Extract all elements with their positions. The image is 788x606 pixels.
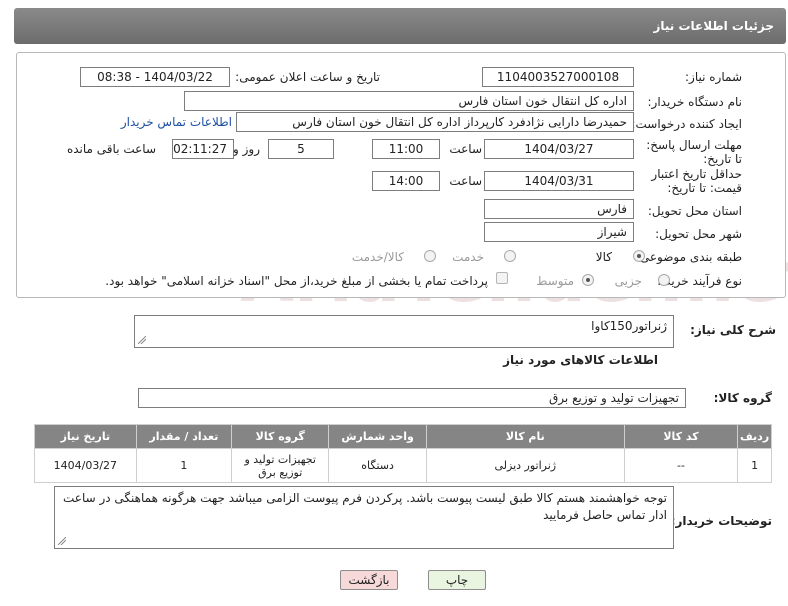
cell-item-group: تجهیزات تولید و توزیع برق <box>230 448 330 483</box>
process-option-minor: جزیی <box>614 274 642 288</box>
reply-date-field: 1404/03/27 <box>484 139 634 159</box>
goods-group-label: گروه کالا: <box>713 391 772 405</box>
category-label: طبقه بندی موضوعی: <box>635 250 742 264</box>
description-label: شرح کلی نیاز: <box>690 323 776 337</box>
col-row-number: ردیف <box>737 424 772 449</box>
description-text: ژنراتور150کاوا <box>591 319 667 333</box>
cell-row-number: 1 <box>737 448 772 483</box>
resize-grip-icon <box>58 537 66 545</box>
goods-group-field: تجهیزات تولید و توزیع برق <box>138 388 686 408</box>
cell-need-date: 1404/03/27 <box>34 448 137 483</box>
buyer-notes-label: توضیحات خریدار: <box>670 514 772 528</box>
cell-item-code: -- <box>623 448 739 483</box>
province-label: استان محل تحویل: <box>647 204 742 218</box>
col-quantity: تعداد / مقدار <box>135 424 233 449</box>
buyer-notes-text: توجه خواهشمند هستم کالا طبق لیست پیوست ب… <box>63 491 667 522</box>
reply-time-field: 11:00 <box>372 139 440 159</box>
days-label: روز و <box>233 142 260 156</box>
col-unit: واحد شمارش <box>328 424 427 449</box>
announce-field: 1404/03/22 - 08:38 <box>80 67 230 87</box>
creator-field: حمیدرضا دارایی نژادفرد کارپرداز اداره کل… <box>236 112 634 132</box>
treasury-payment-note: پرداخت تمام یا بخشی از مبلغ خرید،از محل … <box>105 274 488 288</box>
goods-section-title: اطلاعات کالاهای مورد نیاز <box>503 353 658 367</box>
days-field: 5 <box>268 139 334 159</box>
description-textarea[interactable]: ژنراتور150کاوا <box>134 315 674 348</box>
cell-quantity: 1 <box>135 448 233 483</box>
col-item-group: گروه کالا <box>230 424 330 449</box>
buyer-contact-link[interactable]: اطلاعات تماس خریدار <box>121 115 232 129</box>
city-label: شهر محل تحویل: <box>655 227 742 241</box>
col-item-code: کد کالا <box>623 424 739 449</box>
resize-grip-icon <box>138 336 146 344</box>
process-radio-minor[interactable] <box>658 274 670 286</box>
creator-label: ایجاد کننده درخواست: <box>631 117 742 131</box>
page-header: جزئیات اطلاعات نیاز <box>14 8 786 44</box>
process-option-medium: متوسط <box>536 274 574 288</box>
print-button[interactable]: چاپ <box>428 570 486 590</box>
category-radio-service[interactable] <box>504 250 516 262</box>
price-deadline-label: حداقل تاریخ اعتبار قیمت: تا تاریخ: <box>651 167 742 195</box>
city-field: شیراز <box>484 222 634 242</box>
buyer-org-label: نام دستگاه خریدار: <box>647 95 743 109</box>
price-time-field: 14:00 <box>372 171 440 191</box>
col-item-name: نام کالا <box>425 424 625 449</box>
price-time-label: ساعت <box>449 174 482 188</box>
page-title: جزئیات اطلاعات نیاز <box>653 19 774 33</box>
treasury-payment-checkbox[interactable] <box>496 272 508 284</box>
buyer-notes-textarea[interactable]: توجه خواهشمند هستم کالا طبق لیست پیوست ب… <box>54 486 674 549</box>
category-radio-goods-service[interactable] <box>424 250 436 262</box>
table-row: 1 -- ژنراتور دیزلی دستگاه تجهیزات تولید … <box>34 448 772 483</box>
cell-unit: دستگاه <box>328 448 427 483</box>
category-option-service: خدمت <box>452 250 484 264</box>
category-option-goods-service: کالا/خدمت <box>351 250 404 264</box>
cell-item-name: ژنراتور دیزلی <box>425 448 625 483</box>
category-radio-goods[interactable] <box>633 250 645 262</box>
remaining-time-label: ساعت باقی مانده <box>66 142 156 156</box>
back-button[interactable]: بازگشت <box>340 570 398 590</box>
reply-time-label: ساعت <box>449 142 482 156</box>
buyer-org-field: اداره کل انتقال خون استان فارس <box>184 91 634 111</box>
col-need-date: تاریخ نیاز <box>34 424 137 449</box>
goods-table-header: ردیف کد کالا نام کالا واحد شمارش گروه کا… <box>34 424 772 449</box>
goods-table: ردیف کد کالا نام کالا واحد شمارش گروه کا… <box>34 424 772 483</box>
remaining-time-field: 02:11:27 <box>172 139 234 159</box>
reply-deadline-label: مهلت ارسال پاسخ: تا تاریخ: <box>646 138 742 166</box>
process-radio-medium[interactable] <box>582 274 594 286</box>
need-number-label: شماره نیاز: <box>685 70 742 84</box>
announce-label: تاریخ و ساعت اعلان عمومی: <box>235 70 380 84</box>
category-option-goods: کالا <box>595 250 612 264</box>
price-date-field: 1404/03/31 <box>484 171 634 191</box>
province-field: فارس <box>484 199 634 219</box>
need-number-field: 1104003527000108 <box>482 67 634 87</box>
